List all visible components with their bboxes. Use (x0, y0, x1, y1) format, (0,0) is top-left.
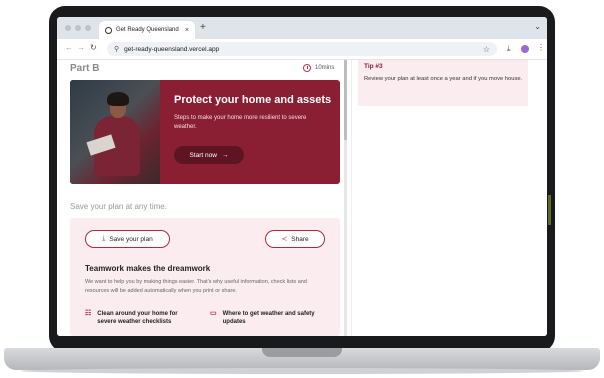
duration-indicator: 10mins (303, 64, 334, 72)
scrollbar-thumb[interactable] (344, 60, 347, 140)
save-hint: Save your plan at any time. (70, 202, 167, 211)
laptop-notch (262, 348, 342, 357)
teamwork-text: We want to help you by making things eas… (85, 279, 307, 294)
tab-list-chevron-icon[interactable]: ⌄ (534, 22, 541, 31)
download-icon: ⤓ (102, 235, 106, 242)
save-plan-button[interactable]: ⤓ Save your plan (85, 230, 170, 248)
address-bar[interactable]: ⚲ get-ready-queensland.vercel.app ☆ (107, 42, 497, 56)
feature-label: Where to get weather and safety updates (222, 311, 315, 325)
save-share-panel: ⤓ Save your plan ≺ Share Teamwork makes … (70, 218, 340, 336)
arrow-right-icon: → (221, 151, 229, 159)
bookmark-star-icon[interactable]: ☆ (483, 45, 490, 54)
laptop-shadow (20, 368, 584, 374)
hero-photo (70, 80, 160, 184)
tip-text: Review your plan at least once a year an… (364, 76, 523, 82)
feature-item: ☷ Clean around your home for severe weat… (85, 310, 195, 326)
tab-get-ready-queensland[interactable]: Get Ready Queensland × (99, 21, 195, 39)
feature-item: ▭ Where to get weather and safety update… (210, 310, 325, 326)
share-icon: ≺ (281, 236, 288, 243)
site-info-icon[interactable]: ⚲ (114, 45, 119, 53)
url-text: get-ready-queensland.vercel.app (124, 45, 220, 53)
page-content: Part B 10mins Protect your home and asse… (57, 60, 547, 336)
list-icon: ☷ (85, 310, 92, 317)
reload-button[interactable]: ↻ (90, 43, 97, 52)
teamwork-title: Teamwork makes the dreamwork (85, 264, 211, 273)
window-controls[interactable] (65, 25, 91, 31)
hero-text: Steps to make your home more resilient t… (174, 115, 307, 130)
save-plan-label: Save your plan (109, 235, 153, 243)
hero-title: Protect your home and assets (174, 94, 332, 106)
tab-close-icon[interactable]: × (185, 27, 189, 34)
browser-window: Get Ready Queensland × + ⌄ ← → ↻ ⚲ get-r… (57, 17, 547, 336)
chat-icon: ▭ (210, 310, 217, 317)
forward-button[interactable]: → (77, 43, 85, 52)
clock-icon (303, 64, 311, 72)
tips-column: Tip #3 Review your plan at least once a … (351, 60, 547, 336)
download-icon[interactable]: ⤓ (507, 44, 511, 54)
share-button[interactable]: ≺ Share (265, 230, 325, 248)
browser-toolbar: ← → ↻ ⚲ get-ready-queensland.vercel.app … (57, 39, 547, 60)
menu-kebab-icon[interactable]: ⋮ (537, 43, 545, 52)
tip-card: Tip #3 Review your plan at least once a … (358, 60, 528, 106)
new-tab-button[interactable]: + (200, 22, 206, 33)
tab-bar: Get Ready Queensland × + ⌄ (57, 17, 547, 39)
duration-text: 10mins (315, 65, 335, 71)
laptop-edge-accent (548, 195, 551, 225)
back-button[interactable]: ← (65, 43, 73, 52)
start-now-label: Start now (189, 151, 217, 159)
tab-title: Get Ready Queensland (116, 27, 179, 33)
profile-avatar[interactable] (521, 45, 529, 53)
start-now-button[interactable]: Start now → (174, 146, 244, 164)
part-title: Part B (70, 63, 100, 74)
tip-title: Tip #3 (364, 63, 383, 70)
share-label: Share (291, 235, 309, 243)
main-column: Part B 10mins Protect your home and asse… (57, 60, 349, 336)
favicon-icon (105, 26, 112, 34)
feature-label: Clean around your home for severe weathe… (97, 311, 178, 325)
hero-card: Protect your home and assets Steps to ma… (70, 80, 340, 184)
